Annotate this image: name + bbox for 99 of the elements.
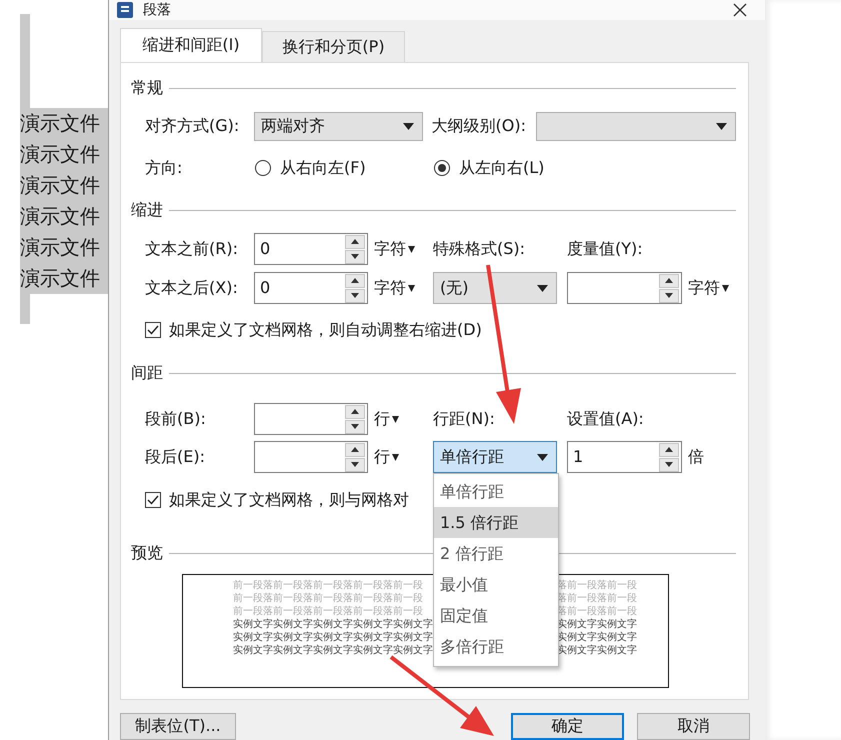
spin-down-button[interactable] [345, 288, 365, 302]
caret-icon [402, 123, 414, 130]
preview-text: 实例文字实例文字实例文字实例文字实例文字 [233, 618, 433, 631]
up-arrow-icon [665, 447, 673, 452]
field-label: 特殊格式(S): [433, 238, 526, 260]
number-field[interactable]: 0 [254, 233, 368, 265]
checkmark-icon [147, 495, 159, 505]
checkbox-label: 如果定义了文档网格，则自动调整右缩进(D) [169, 320, 482, 340]
field-label: 段后(E): [145, 446, 206, 468]
dropdown[interactable]: (无) [433, 272, 557, 304]
down-arrow-icon [665, 462, 673, 467]
section-heading: 预览 [131, 542, 163, 564]
section-heading: 常规 [131, 78, 163, 98]
spin-up-button[interactable] [345, 234, 365, 248]
spin-up-button[interactable] [345, 274, 365, 288]
dropdown[interactable]: 单倍行距 [433, 441, 557, 473]
spin-down-button[interactable] [659, 288, 679, 302]
section-heading: 缩进 [131, 200, 163, 220]
field-label: 设置值(A): [567, 408, 645, 430]
spin-down-button[interactable] [659, 458, 679, 472]
checkmark-icon [147, 325, 159, 335]
field-label: 方向: [145, 158, 184, 178]
caret-icon [408, 246, 415, 252]
field-label: 行距(N): [433, 408, 496, 430]
unit-dropdown[interactable]: 字符 [368, 238, 433, 260]
close-icon [733, 3, 747, 17]
dropdown-option[interactable]: 最小值 [434, 569, 558, 600]
number-field[interactable]: 1 [567, 441, 682, 473]
number-field[interactable]: 0 [254, 272, 368, 304]
document-text: 演示文件 [20, 170, 108, 201]
dropdown-option[interactable]: 多倍行距 [434, 631, 558, 662]
section-heading: 间距 [131, 362, 163, 384]
unit-dropdown[interactable]: 行 [368, 408, 433, 430]
spin-up-button[interactable] [345, 404, 365, 418]
field-label: 文本之前(R): [145, 238, 239, 260]
caret-icon [722, 284, 729, 292]
spin-down-button[interactable] [345, 458, 365, 472]
up-arrow-icon [665, 278, 673, 283]
radio-label: 从右向左(F) [280, 158, 366, 178]
window-title: 段落 [143, 1, 171, 19]
spin-up-button[interactable] [659, 442, 679, 456]
up-arrow-icon [351, 239, 359, 244]
down-arrow-icon [351, 462, 359, 467]
up-arrow-icon [351, 278, 359, 283]
document-text: 演示文件 [20, 139, 108, 170]
up-arrow-icon [351, 409, 359, 414]
preview-text: 前一段落前一段落前一段落前一段落前一段 [233, 579, 424, 592]
radio-button[interactable] [255, 160, 271, 176]
dropdown-option[interactable]: 1.5 倍行距 [434, 507, 558, 538]
field-label: 大纲级别(O): [432, 116, 527, 137]
checkbox[interactable] [145, 492, 161, 508]
caret-icon [537, 454, 548, 460]
caret-icon [716, 123, 727, 130]
dropdown-option[interactable]: 固定值 [434, 600, 558, 631]
dropdown-option[interactable]: 2 倍行距 [434, 538, 558, 569]
down-arrow-icon [351, 254, 359, 259]
document-text: 演示文件 [20, 201, 108, 232]
spin-up-button[interactable] [659, 274, 679, 288]
checkbox[interactable] [145, 322, 161, 338]
tab[interactable]: 缩进和间距(I) [120, 28, 262, 62]
caret-icon [392, 454, 399, 460]
unit-dropdown[interactable]: 字符 [368, 278, 433, 298]
field-label: 文本之后(X): [145, 278, 239, 298]
checkbox-label: 如果定义了文档网格，则与网格对 [169, 490, 409, 510]
selection-bar [20, 294, 30, 324]
preview-text: 前一段落前一段落前一段落前一段落前一段 [233, 592, 424, 605]
document-text: 演示文件 [20, 263, 108, 294]
unit-dropdown[interactable]: 行 [368, 446, 433, 468]
spin-down-button[interactable] [345, 250, 365, 264]
document-text: 演示文件 [20, 232, 108, 263]
down-arrow-icon [351, 424, 359, 429]
number-field[interactable] [254, 403, 368, 435]
document-text: 演示文件 [20, 108, 108, 139]
ok-button[interactable]: 确定 [511, 713, 624, 740]
dropdown-option[interactable]: 单倍行距 [434, 476, 558, 507]
dropdown[interactable]: 两端对齐 [254, 112, 423, 141]
number-field[interactable] [567, 272, 682, 304]
caret-icon [392, 416, 399, 422]
field-label: 对齐方式(G): [145, 116, 240, 137]
dialog-button[interactable]: 制表位(T)... [120, 713, 236, 740]
dialog-button[interactable]: 取消 [637, 713, 750, 740]
down-arrow-icon [351, 293, 359, 298]
number-field[interactable] [254, 441, 368, 473]
radio-label: 从左向右(L) [459, 158, 544, 178]
unit-label: 倍 [687, 446, 705, 468]
spin-up-button[interactable] [345, 442, 365, 456]
up-arrow-icon [351, 447, 359, 452]
field-label: 段前(B): [145, 408, 207, 430]
tab[interactable]: 换行和分页(P) [262, 31, 405, 62]
caret-icon [408, 284, 415, 292]
unit-dropdown[interactable]: 字符 [682, 278, 736, 298]
down-arrow-icon [665, 293, 673, 298]
field-label: 度量值(Y): [567, 238, 644, 260]
preview-text: 实例文字实例文字实例文字实例文字实例文字 [233, 644, 433, 657]
caret-icon [537, 284, 548, 292]
spin-down-button[interactable] [345, 420, 365, 434]
preview-text: 实例文字实例文字实例文字实例文字实例文字 [233, 631, 433, 644]
preview-text: 前一段落前一段落前一段落前一段落前一段 [233, 605, 424, 618]
radio-button[interactable] [434, 160, 450, 176]
